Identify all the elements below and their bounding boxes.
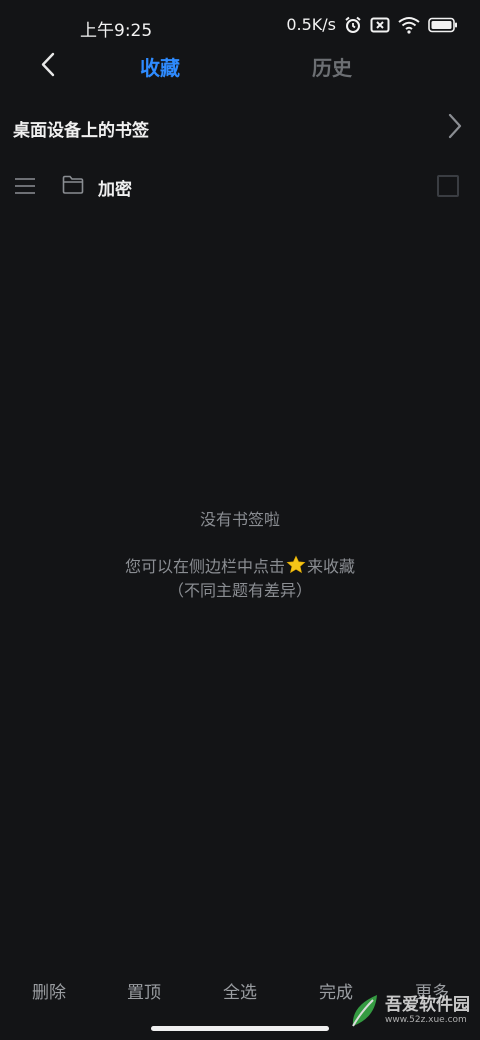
delete-button[interactable]: 删除 bbox=[32, 978, 66, 1003]
desktop-bookmarks-row[interactable]: 桌面设备上的书签 bbox=[0, 104, 480, 148]
pin-to-top-button[interactable]: 置顶 bbox=[127, 978, 161, 1003]
chevron-left-icon bbox=[41, 52, 55, 77]
empty-hint-line: 您可以在侧边栏中点击 来收藏 bbox=[0, 555, 480, 579]
desktop-bookmarks-label: 桌面设备上的书签 bbox=[13, 121, 149, 141]
leaf-logo-icon bbox=[352, 995, 377, 1027]
browser-bookmarks-screen: 上午9:25 0.5K/s 收藏 历史 桌面设备上的书签 加密 没有书签啦 您可… bbox=[0, 0, 480, 1040]
tab-favorites[interactable]: 收藏 bbox=[140, 52, 180, 81]
sim-off-icon bbox=[370, 17, 390, 33]
wifi-icon bbox=[398, 16, 420, 34]
status-time: 上午9:25 bbox=[80, 21, 153, 41]
network-speed: 0.5K/s bbox=[286, 15, 336, 34]
back-button[interactable] bbox=[34, 50, 64, 80]
home-indicator[interactable] bbox=[151, 1026, 329, 1031]
watermark-text: 吾爱软件园 www.52z.xue.com bbox=[385, 997, 470, 1025]
empty-state-title: 没有书签啦 bbox=[199, 510, 280, 529]
header: 收藏 历史 bbox=[0, 40, 480, 92]
folder-label: 加密 bbox=[98, 180, 132, 200]
star-icon bbox=[286, 555, 306, 574]
chevron-right-icon bbox=[448, 113, 462, 139]
empty-hint-before-star: 您可以在侧边栏中点击 bbox=[124, 557, 285, 576]
watermark-main: 吾爱软件园 bbox=[385, 995, 470, 1015]
alarm-icon bbox=[344, 16, 362, 34]
watermark: 吾爱软件园 www.52z.xue.com bbox=[347, 992, 470, 1030]
battery-icon bbox=[428, 17, 458, 33]
empty-hint-after-star: 来收藏 bbox=[307, 557, 356, 576]
empty-hint-note: （不同主题有差异） bbox=[167, 581, 312, 600]
empty-state-hint: 您可以在侧边栏中点击 来收藏 （不同主题有差异） bbox=[0, 555, 480, 603]
tab-history[interactable]: 历史 bbox=[312, 52, 352, 81]
status-icons: 0.5K/s bbox=[286, 15, 458, 34]
select-all-button[interactable]: 全选 bbox=[223, 978, 257, 1003]
drag-handle-icon[interactable] bbox=[14, 177, 36, 195]
folder-icon bbox=[62, 175, 84, 194]
bookmark-folder-row[interactable]: 加密 bbox=[0, 164, 480, 208]
watermark-sub: www.52z.xue.com bbox=[385, 1015, 467, 1025]
folder-checkbox[interactable] bbox=[437, 175, 459, 197]
